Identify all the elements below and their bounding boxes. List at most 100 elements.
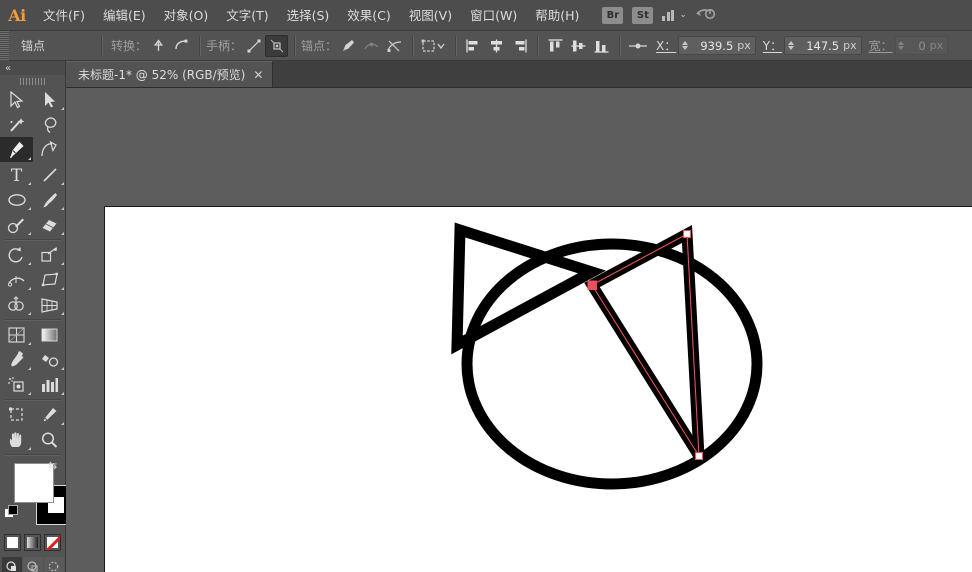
align-center-horizontal-button[interactable] bbox=[485, 35, 508, 57]
paintbrush-tool[interactable] bbox=[33, 187, 66, 212]
slice-tool[interactable] bbox=[33, 402, 66, 427]
convert-to-smooth-button[interactable] bbox=[170, 35, 193, 57]
none-swatch-button[interactable] bbox=[44, 534, 61, 551]
width-unit: px bbox=[930, 39, 944, 52]
mesh-tool[interactable] bbox=[0, 322, 33, 347]
type-tool[interactable]: T bbox=[0, 162, 33, 187]
width-field[interactable]: 0 px bbox=[895, 36, 949, 55]
width-stepper-icon[interactable] bbox=[896, 41, 907, 50]
menubar-right-cluster: Br St ⌄ bbox=[602, 5, 716, 25]
default-fill-stroke-icon[interactable] bbox=[4, 505, 17, 518]
menu-type[interactable]: 文字(T) bbox=[217, 0, 277, 31]
draw-behind-button[interactable] bbox=[23, 557, 43, 572]
divider bbox=[294, 36, 295, 56]
collapse-panel-icon[interactable]: « bbox=[5, 63, 10, 74]
control-bar: 锚点 转换： 手柄： bbox=[0, 31, 972, 61]
add-anchor-point-button[interactable] bbox=[360, 35, 383, 57]
artboard-tool[interactable] bbox=[0, 402, 33, 427]
free-transform-tool[interactable] bbox=[33, 267, 66, 292]
right-ear-triangle bbox=[592, 234, 699, 456]
y-coordinate-value: 147.5 bbox=[797, 39, 839, 53]
hand-tool[interactable] bbox=[0, 427, 33, 452]
menu-window[interactable]: 窗口(W) bbox=[461, 0, 526, 31]
gradient-tool[interactable] bbox=[33, 322, 66, 347]
menu-help[interactable]: 帮助(H) bbox=[526, 0, 588, 31]
close-icon[interactable]: ✕ bbox=[253, 69, 263, 81]
draw-normal-button[interactable] bbox=[2, 557, 22, 572]
color-mode-row bbox=[0, 534, 65, 551]
curvature-tool[interactable] bbox=[33, 137, 66, 162]
pen-tool[interactable] bbox=[0, 137, 33, 162]
bridge-icon[interactable]: Br bbox=[602, 7, 623, 24]
menu-effect[interactable]: 效果(C) bbox=[338, 0, 399, 31]
anchor-left bbox=[588, 281, 597, 290]
cut-path-at-anchor-button[interactable] bbox=[383, 35, 406, 57]
anchor-bottom bbox=[696, 453, 703, 460]
tools-grid: T bbox=[0, 87, 65, 452]
align-bottom-button[interactable] bbox=[590, 35, 613, 57]
y-stepper-icon[interactable] bbox=[785, 41, 796, 50]
artboard[interactable] bbox=[104, 206, 972, 572]
selection-tool[interactable] bbox=[0, 87, 33, 112]
remove-anchor-point-button[interactable] bbox=[337, 35, 360, 57]
shape-builder-tool[interactable] bbox=[0, 292, 33, 317]
eyedropper-tool[interactable] bbox=[0, 347, 33, 372]
zoom-tool[interactable] bbox=[33, 427, 66, 452]
artwork-cat-face[interactable] bbox=[105, 207, 972, 572]
y-coordinate-unit: px bbox=[843, 39, 857, 52]
chevron-down-icon: ⌄ bbox=[679, 10, 687, 20]
column-graph-tool[interactable] bbox=[33, 372, 66, 397]
tools-panel-grip[interactable] bbox=[0, 75, 65, 87]
menu-items: 文件(F) 编辑(E) 对象(O) 文字(T) 选择(S) 效果(C) 视图(V… bbox=[34, 0, 588, 31]
align-top-button[interactable] bbox=[544, 35, 567, 57]
control-bar-grip[interactable] bbox=[0, 31, 9, 61]
document-tab-bar: 未标题-1* @ 52% (RGB/预览) ✕ bbox=[66, 61, 972, 88]
swap-fill-stroke-icon[interactable]: ⇆ bbox=[48, 459, 62, 473]
transform-dropdown-button[interactable] bbox=[419, 35, 449, 57]
symbol-sprayer-tool[interactable] bbox=[0, 372, 33, 397]
width-tool[interactable] bbox=[0, 267, 33, 292]
menu-file[interactable]: 文件(F) bbox=[34, 0, 94, 31]
workspace-switcher[interactable]: ⌄ bbox=[662, 10, 687, 21]
align-right-button[interactable] bbox=[508, 35, 531, 57]
canvas-area[interactable] bbox=[66, 88, 972, 572]
document-tab-title: 未标题-1* @ 52% (RGB/预览) bbox=[78, 66, 245, 83]
align-middle-vertical-button[interactable] bbox=[567, 35, 590, 57]
x-stepper-icon[interactable] bbox=[679, 41, 690, 50]
blend-tool[interactable] bbox=[33, 347, 66, 372]
show-handles-button[interactable] bbox=[242, 35, 265, 57]
document-tab[interactable]: 未标题-1* @ 52% (RGB/预览) ✕ bbox=[66, 61, 273, 87]
selection-type-label: 锚点 bbox=[21, 37, 95, 54]
x-coordinate-field[interactable]: 939.5 px bbox=[678, 36, 756, 55]
anchor-top bbox=[684, 231, 691, 238]
magic-wand-tool[interactable] bbox=[0, 112, 33, 137]
menu-edit[interactable]: 编辑(E) bbox=[94, 0, 155, 31]
app-logo-icon: Ai bbox=[0, 0, 34, 31]
convert-to-corner-button[interactable] bbox=[147, 35, 170, 57]
ellipse-tool[interactable] bbox=[0, 187, 33, 212]
divider bbox=[199, 36, 200, 56]
gradient-swatch-button[interactable] bbox=[24, 534, 41, 551]
line-segment-tool[interactable] bbox=[33, 162, 66, 187]
perspective-grid-tool[interactable] bbox=[33, 292, 66, 317]
scale-tool[interactable] bbox=[33, 242, 66, 267]
rotate-tool[interactable] bbox=[0, 242, 33, 267]
stock-icon[interactable]: St bbox=[632, 7, 653, 24]
hide-handles-button[interactable] bbox=[265, 35, 288, 57]
divider bbox=[537, 36, 538, 56]
align-left-button[interactable] bbox=[462, 35, 485, 57]
color-swatch-button[interactable] bbox=[4, 534, 21, 551]
reference-point-icon[interactable] bbox=[626, 35, 649, 57]
menu-select[interactable]: 选择(S) bbox=[278, 0, 339, 31]
lasso-tool[interactable] bbox=[33, 112, 66, 137]
handles-label: 手柄： bbox=[206, 37, 242, 54]
cc-sync-icon[interactable] bbox=[696, 5, 716, 25]
eraser-tool[interactable] bbox=[33, 212, 66, 237]
pencil-tool[interactable] bbox=[0, 212, 33, 237]
menu-object[interactable]: 对象(O) bbox=[155, 0, 218, 31]
draw-inside-button[interactable] bbox=[44, 557, 64, 572]
direct-selection-tool[interactable] bbox=[33, 87, 66, 112]
y-coordinate-field[interactable]: 147.5 px bbox=[784, 36, 862, 55]
menu-view[interactable]: 视图(V) bbox=[400, 0, 461, 31]
width-value: 0 bbox=[908, 39, 926, 53]
